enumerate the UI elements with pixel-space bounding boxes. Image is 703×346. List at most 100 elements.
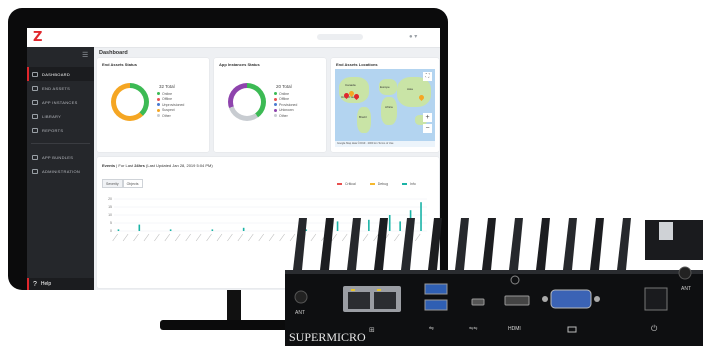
legend-item[interactable]: Other — [274, 113, 297, 119]
usb3-port — [424, 299, 448, 311]
x-tick-label — [164, 233, 171, 242]
x-tick-label — [237, 233, 244, 242]
info-bar — [138, 224, 141, 231]
heatsink-fin — [401, 218, 415, 270]
menu-toggle-icon[interactable]: ☰ — [82, 51, 88, 59]
zoom-out-button[interactable]: − — [423, 124, 432, 133]
map-label: Asia — [407, 87, 413, 91]
world-map[interactable]: Canada United States Brazil Europe Afric… — [335, 69, 435, 147]
administration-icon — [32, 168, 38, 174]
sidebar-item-label: APP BUNDLES — [42, 154, 74, 160]
app-bundles-icon — [32, 154, 38, 160]
events-range[interactable]: 24hrs — [134, 163, 145, 168]
ethernet-port — [374, 292, 396, 309]
user-menu-icon[interactable]: ● ▾ — [409, 33, 417, 40]
tab-severity[interactable]: Severity — [102, 179, 123, 188]
sidebar-item-reports[interactable]: REPORTS — [27, 123, 94, 137]
x-tick-label — [216, 233, 223, 242]
top-bar: Z ● ▾ — [27, 28, 440, 48]
heatsink-fin — [536, 218, 550, 270]
dashboard-icon — [32, 71, 38, 77]
network-icon: ⊞ — [369, 326, 375, 334]
y-tick-label: 10 — [108, 213, 112, 217]
heatsink-fin — [428, 218, 442, 270]
x-tick-label — [133, 233, 139, 242]
port-label-hdmi: HDMI — [508, 326, 521, 332]
device-label-sticker — [659, 222, 673, 240]
info-bar — [169, 229, 172, 231]
x-tick-label — [268, 233, 275, 242]
app-instances-donut[interactable] — [228, 83, 266, 121]
help-label: Help — [40, 281, 52, 287]
brand-logo[interactable]: Z — [33, 30, 42, 45]
heatsink-fin — [509, 218, 523, 270]
power-button — [644, 287, 668, 311]
y-tick-label: 20 — [108, 197, 112, 201]
info-bar — [211, 229, 214, 231]
device-side-module — [645, 220, 703, 260]
reports-icon — [32, 127, 38, 133]
card-title: App Instances Status — [219, 62, 260, 67]
end-assets-total: 32 Total — [159, 84, 175, 89]
help-icon: ? — [33, 280, 37, 288]
sidebar: ☰ DASHBOARD END ASSETS APP INSTANCES LIB… — [27, 47, 94, 290]
usb-c-icon: ⇋⇋ — [469, 326, 477, 332]
search-input[interactable] — [317, 34, 363, 40]
sidebar-item-app-instances[interactable]: APP INSTANCES — [27, 95, 94, 109]
x-tick-label — [195, 233, 202, 242]
y-tick-label: 5 — [110, 221, 112, 225]
sidebar-nav: DASHBOARD END ASSETS APP INSTANCES LIBRA… — [27, 67, 94, 178]
sidebar-item-end-assets[interactable]: END ASSETS — [27, 81, 94, 95]
end-assets-icon — [32, 85, 38, 91]
sidebar-item-app-bundles[interactable]: APP BUNDLES — [27, 150, 94, 164]
events-legend: Critical Debug Info — [337, 182, 430, 186]
map-footer: Google Map data ©2019 · 2000 km Terms of… — [335, 141, 435, 147]
end-assets-legend: Online Offline Unprovisioned Suspect Oth… — [157, 91, 184, 119]
sidebar-item-library[interactable]: LIBRARY — [27, 109, 94, 123]
y-tick-label: 0 — [110, 229, 112, 233]
info-bar — [242, 227, 245, 231]
heatsink-fin — [347, 218, 361, 270]
usb-c-port — [471, 298, 485, 306]
map-label: Africa — [385, 105, 393, 109]
card-title: End Assets Status — [102, 62, 137, 67]
x-tick-label — [227, 233, 233, 242]
x-tick-label — [154, 233, 160, 242]
heatsink-fin — [590, 218, 604, 270]
app-instances-status-card: App Instances Status 20 Total Online Off… — [214, 58, 326, 152]
x-tick-label — [258, 233, 264, 242]
x-tick-label — [279, 233, 285, 242]
monitor-base — [160, 320, 300, 330]
sidebar-item-administration[interactable]: ADMINISTRATION — [27, 164, 94, 178]
end-assets-donut[interactable] — [111, 83, 149, 121]
legend-item[interactable]: Unprovisioned — [157, 102, 184, 108]
sidebar-item-label: END ASSETS — [42, 85, 71, 91]
sidebar-item-label: REPORTS — [42, 127, 64, 133]
heatsink-fin — [374, 218, 388, 270]
zoom-in-button[interactable]: + — [423, 113, 432, 122]
tab-objects[interactable]: Objects — [122, 179, 143, 188]
heatsink-fins — [293, 218, 631, 270]
events-header: Events | For Last 24hrs (Last Updated Ja… — [102, 163, 213, 168]
sidebar-divider — [31, 143, 90, 144]
sidebar-item-label: ADMINISTRATION — [42, 168, 81, 174]
help-button[interactable]: ? Help — [27, 278, 94, 290]
legend-item-critical[interactable]: Critical — [337, 182, 356, 186]
usb-icon: ⇋ — [429, 325, 434, 332]
legend-item-debug[interactable]: Debug — [369, 182, 388, 186]
ethernet-port — [348, 292, 370, 309]
fullscreen-icon[interactable]: ⛶ — [423, 72, 432, 81]
legend-item[interactable]: Other — [157, 113, 184, 119]
sidebar-item-dashboard[interactable]: DASHBOARD — [27, 67, 94, 81]
supermicro-logo: SUPERMICRO — [289, 330, 366, 344]
x-tick-label — [185, 233, 191, 242]
sidebar-item-label: APP INSTANCES — [42, 99, 78, 105]
x-tick-label — [143, 233, 150, 242]
app-instances-legend: Online Offline Provisioned Unknown Other — [274, 91, 297, 119]
heatsink-fin — [482, 218, 496, 270]
x-tick-label — [122, 233, 129, 242]
heatsink-fin — [617, 218, 631, 270]
app-instances-icon — [32, 99, 38, 105]
legend-item-info[interactable]: Info — [402, 182, 416, 186]
x-tick-label — [112, 233, 118, 242]
